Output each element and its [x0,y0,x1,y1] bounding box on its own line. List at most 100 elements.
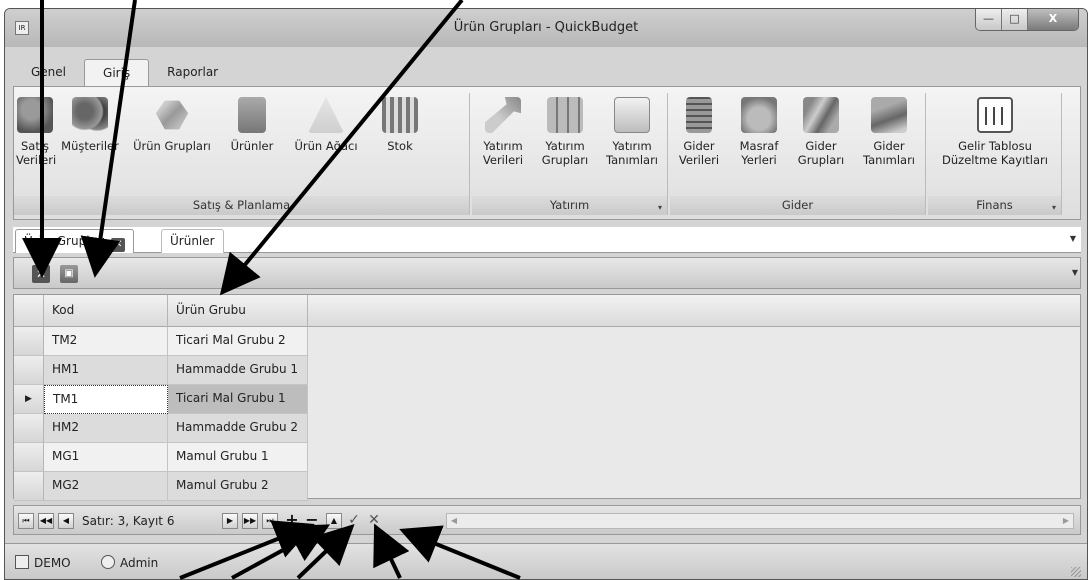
row-indicator-header [14,295,44,327]
table-row[interactable]: HM2 Hammadde Grubu 2 [14,414,1080,443]
group-gider: Gider Verileri Masraf Yerleri Gider Grup… [670,93,926,215]
nav-append-icon[interactable]: + [284,512,300,529]
gelir-tablosu-button[interactable]: Gelir Tablosu Düzeltme Kayıtları [930,97,1060,167]
yatirim-verileri-button[interactable]: Yatırım Verileri [474,97,532,167]
satis-verileri-button[interactable]: Satış Verileri [16,97,57,167]
gider-gruplari-button[interactable]: Gider Grupları [790,97,852,167]
cell-kod[interactable]: HM1 [44,356,168,385]
cell-kod[interactable]: MG2 [44,472,168,501]
sales-data-icon [17,97,53,133]
ribbon-tabs: Genel Giriş Raporlar [13,59,236,87]
nav-delete-icon[interactable]: − [304,512,320,529]
row-indicator[interactable] [14,472,44,501]
minimize-button[interactable]: — [976,9,1002,30]
resize-grip-icon[interactable] [1071,567,1081,577]
cell-urun-grubu[interactable]: Mamul Grubu 1 [168,443,308,472]
nav-prev-page-icon[interactable]: ◀◀ [38,513,54,529]
group-caption-yatirim: Yatırım [472,196,667,215]
tab-genel[interactable]: Genel [13,59,84,87]
nav-last-icon[interactable]: ⏭ [262,513,278,529]
musteriler-button[interactable]: Müşteriler [58,97,122,153]
close-window-button[interactable]: X [1028,9,1078,30]
nav-next-page-icon[interactable]: ▶▶ [242,513,258,529]
row-indicator[interactable] [14,443,44,472]
cost-centers-icon [741,97,777,133]
product-groups-icon [155,100,189,130]
nav-edit-icon[interactable]: ▲ [326,513,342,529]
satis-verileri-label: Satış Verileri [16,139,57,167]
finans-dialog-launcher-icon[interactable]: ▾ [1052,203,1056,212]
urun-gruplari-button[interactable]: Ürün Grupları [126,97,218,153]
current-row-indicator-icon[interactable]: ▶ [14,385,44,414]
maximize-button[interactable]: □ [1002,9,1028,30]
investment-definitions-icon [614,97,650,133]
gider-verileri-label: Gider Verileri [678,139,720,167]
nav-first-icon[interactable]: ⏮ [18,513,34,529]
masraf-yerleri-button[interactable]: Masraf Yerleri [730,97,788,167]
musteriler-label: Müşteriler [61,139,119,153]
horizontal-scrollbar[interactable]: ◀ ▶ [446,513,1074,529]
stock-icon [382,97,418,133]
cell-kod[interactable]: HM2 [44,414,168,443]
tab-list-dropdown-icon[interactable]: ▼ [1067,232,1079,246]
scroll-left-icon[interactable]: ◀ [447,514,461,528]
product-groups-grid: Kod Ürün Grubu TM2 Ticari Mal Grubu 2 HM… [13,294,1081,501]
user-icon [101,555,115,569]
nav-end-edit-icon[interactable]: ✓ [346,513,362,529]
gider-tanimlari-button[interactable]: Gider Tanımları [854,97,924,167]
caption-buttons: — □ X [975,9,1079,31]
table-row[interactable]: TM2 Ticari Mal Grubu 2 [14,327,1080,356]
group-yatirim: Yatırım Verileri Yatırım Grupları Yatırı… [472,93,668,215]
table-row-current[interactable]: ▶ TM1 Ticari Mal Grubu 1 [14,385,1080,414]
document-toolbar: ✕ ▣ ▼ [13,257,1081,289]
tab-urun-gruplari-label: Ürün Grupları [24,234,106,248]
close-document-button[interactable]: ✕ [32,265,50,283]
urun-agaci-label: Ürün Ağacı [294,139,358,153]
cell-urun-grubu[interactable]: Mamul Grubu 2 [168,472,308,501]
save-button[interactable]: ▣ [60,265,78,283]
document-tabs: Ürün Grupları ✕ Ürünler ▼ [13,227,1081,253]
table-row[interactable]: MG1 Mamul Grubu 1 [14,443,1080,472]
row-indicator[interactable] [14,356,44,385]
nav-cancel-edit-icon[interactable]: ✕ [366,513,382,529]
yatirim-gruplari-button[interactable]: Yatırım Grupları [534,97,596,167]
urun-agaci-button[interactable]: Ürün Ağacı [286,97,366,153]
cell-kod[interactable]: TM2 [44,327,168,356]
row-indicator[interactable] [14,327,44,356]
close-icon[interactable]: ✕ [111,238,126,252]
product-tree-icon [308,97,344,133]
nav-next-icon[interactable]: ▶ [222,513,238,529]
toolbar-overflow-icon[interactable]: ▼ [1072,268,1078,277]
cell-urun-grubu[interactable]: Hammadde Grubu 1 [168,356,308,385]
tab-raporlar[interactable]: Raporlar [149,59,236,87]
scroll-right-icon[interactable]: ▶ [1059,514,1073,528]
yatirim-dialog-launcher-icon[interactable]: ▾ [658,203,662,212]
urunler-button[interactable]: Ürünler [222,97,282,153]
column-header-urun-grubu[interactable]: Ürün Grubu [168,295,308,327]
cell-urun-grubu[interactable]: Ticari Mal Grubu 2 [168,327,308,356]
investment-groups-icon [547,97,583,133]
cell-kod[interactable]: MG1 [44,443,168,472]
table-row[interactable]: HM1 Hammadde Grubu 1 [14,356,1080,385]
row-indicator[interactable] [14,414,44,443]
cell-urun-grubu[interactable]: Ticari Mal Grubu 1 [168,385,308,414]
yatirim-tanimlari-button[interactable]: Yatırım Tanımları [598,97,666,167]
gider-tanimlari-label: Gider Tanımları [862,139,916,167]
cell-kod[interactable]: TM1 [44,385,168,414]
tab-giris[interactable]: Giriş [84,59,150,87]
group-satis-planlama: Satış Verileri Müşteriler Ürün Grupları … [14,93,470,215]
urunler-label: Ürünler [230,139,274,153]
masraf-yerleri-label: Masraf Yerleri [739,139,779,167]
ribbon: Satış Verileri Müşteriler Ürün Grupları … [13,86,1081,220]
table-row[interactable]: MG2 Mamul Grubu 2 [14,472,1080,501]
stok-button[interactable]: Stok [370,97,430,153]
tab-urunler[interactable]: Ürünler [161,229,224,253]
stok-label: Stok [387,139,413,153]
tab-urun-gruplari[interactable]: Ürün Grupları ✕ [15,229,135,253]
column-header-kod[interactable]: Kod [44,295,168,327]
title-bar[interactable]: IR Ürün Grupları - QuickBudget — □ X [5,9,1087,47]
gider-verileri-button[interactable]: Gider Verileri [672,97,726,167]
cell-urun-grubu[interactable]: Hammadde Grubu 2 [168,414,308,443]
nav-prev-icon[interactable]: ◀ [58,513,74,529]
company-status: DEMO [15,555,71,570]
